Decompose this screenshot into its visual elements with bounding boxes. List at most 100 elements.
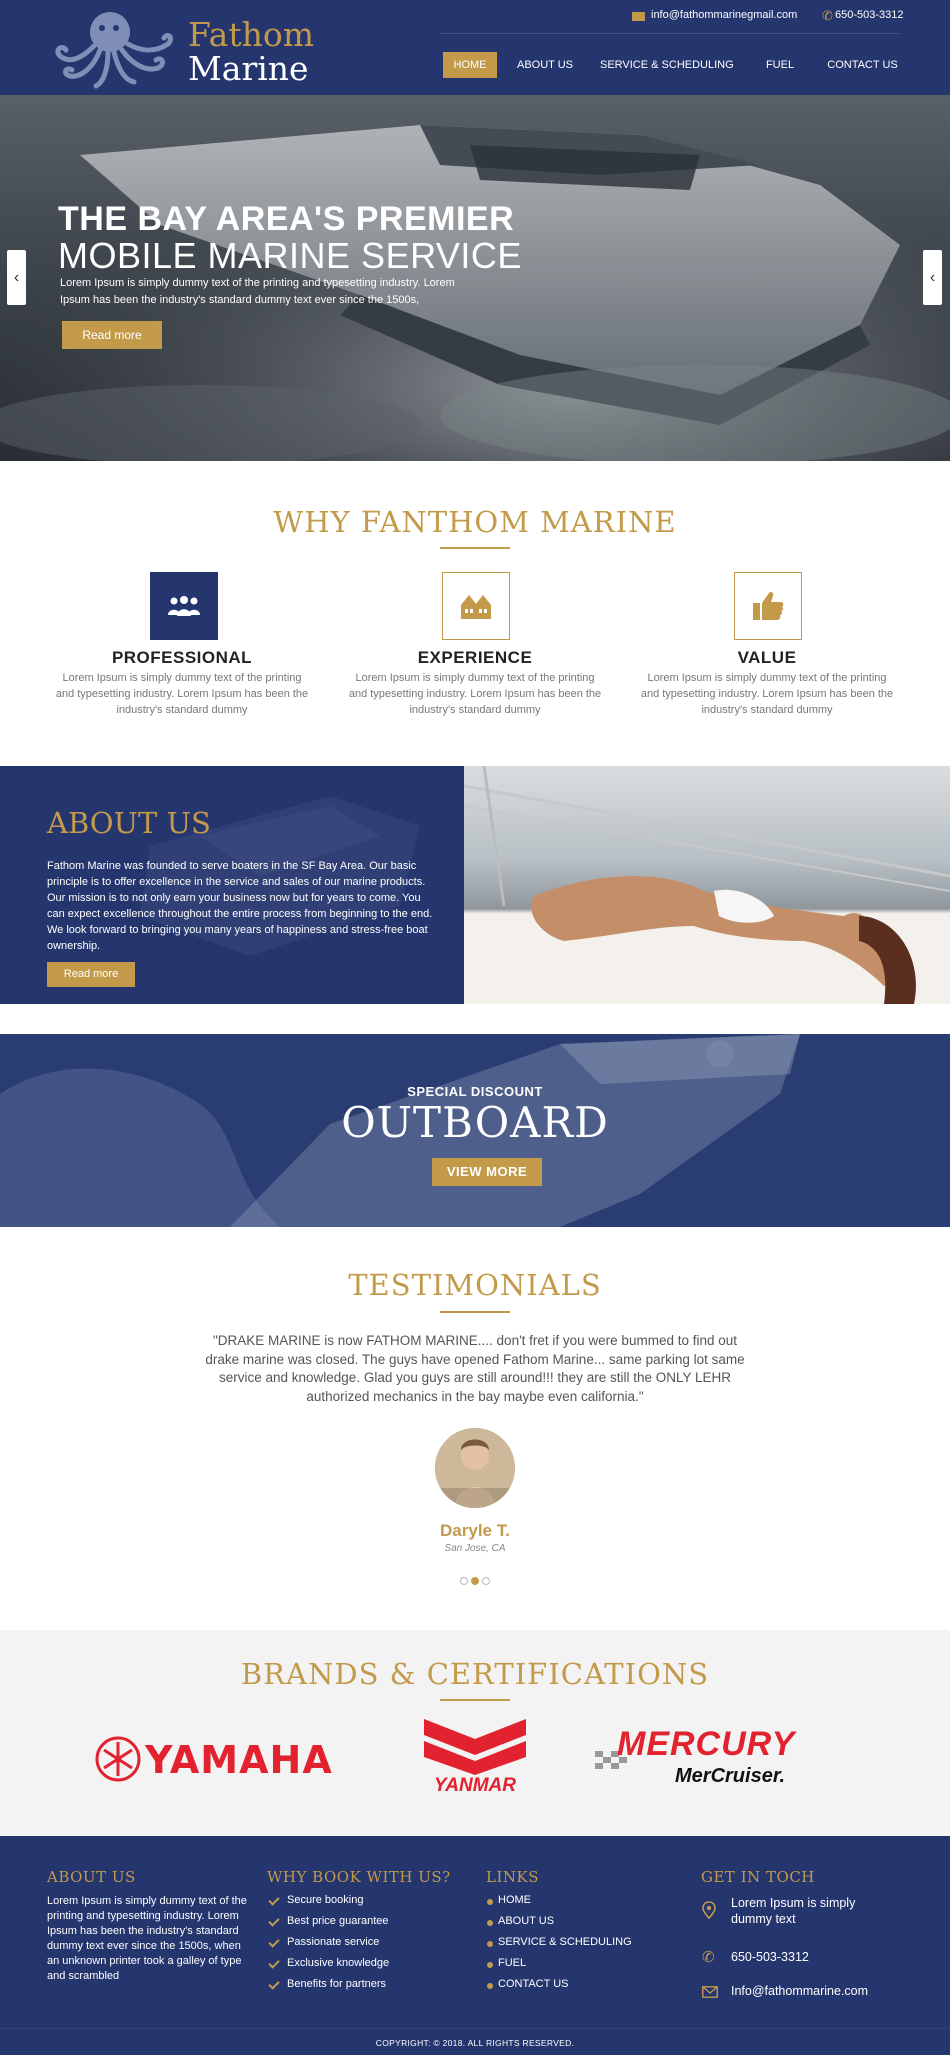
- footer-link-home[interactable]: HOME: [498, 1894, 531, 1906]
- brands-title: BRANDS & CERTIFICATIONS: [240, 1657, 710, 1691]
- about-section: ABOUT US Fathom Marine was founded to se…: [0, 766, 950, 1004]
- yanmar-wordmark: YANMAR: [434, 1775, 516, 1796]
- carousel-dot-3[interactable]: [482, 1577, 490, 1585]
- mercruiser-wordmark: MerCruiser.: [675, 1765, 786, 1787]
- yamaha-wordmark: YAMAHA: [145, 1738, 333, 1782]
- bullet-icon: [487, 1941, 493, 1947]
- about-read-more-button[interactable]: Read more: [47, 962, 135, 987]
- yanmar-emblem-icon: [424, 1719, 526, 1775]
- testimonials-title: TESTIMONIALS: [348, 1268, 602, 1302]
- footer-about-text: Lorem Ipsum is simply dummy text of the …: [47, 1895, 247, 1982]
- nav-fuel[interactable]: FUEL: [760, 52, 800, 78]
- why-section-title: WHY FANTHOM MARINE: [273, 505, 677, 539]
- check-icon: [268, 1894, 280, 1906]
- yanmar-logo: YANMAR: [420, 1717, 530, 1797]
- bullet-icon: [487, 1899, 493, 1905]
- footer-link-fuel[interactable]: FUEL: [498, 1957, 526, 1969]
- footer-link-service-scheduling[interactable]: SERVICE & SCHEDULING: [498, 1936, 632, 1948]
- nav-service-scheduling[interactable]: SERVICE & SCHEDULING: [600, 52, 734, 78]
- feature-professional-text: Lorem Ipsum is simply dummy text of the …: [55, 672, 309, 716]
- footer-links-title: LINKS: [486, 1868, 539, 1886]
- mercury-wordmark: MERCURY: [617, 1725, 796, 1763]
- yamaha-logo: YAMAHA: [95, 1735, 332, 1783]
- octopus-icon: [55, 12, 173, 89]
- bullet-icon: [487, 1983, 493, 1989]
- testimonial-name: Daryle T.: [440, 1521, 510, 1540]
- testimonial-quote: "DRAKE MARINE is now FATHOM MARINE.... d…: [205, 1333, 745, 1404]
- footer-contact-title: GET IN TOCH: [701, 1868, 815, 1886]
- outboard-title: OUTBOARD: [341, 1098, 609, 1147]
- hero-read-more-button[interactable]: Read more: [62, 321, 162, 349]
- nav-about-us[interactable]: ABOUT US: [510, 52, 580, 78]
- brands-title-underline: [440, 1699, 510, 1701]
- testimonial-location: San Jose, CA: [444, 1543, 506, 1554]
- logo-text-marine: Marine: [188, 49, 309, 88]
- about-deck-image: [464, 766, 950, 1004]
- feature-experience-title: EXPERIENCE: [417, 648, 533, 667]
- houses-icon: [461, 595, 491, 619]
- site-header: Fathom Marine info@fathommarinegmail.com…: [0, 0, 950, 95]
- hero-slider: THE BAY AREA'S PREMIER MOBILE MARINE SER…: [0, 95, 950, 461]
- hero-title-line1: THE BAY AREA'S PREMIER: [58, 200, 515, 238]
- footer-why-title: WHY BOOK WITH US?: [267, 1868, 451, 1886]
- mercury-logo: MERCURY MerCruiser.: [595, 1725, 860, 1795]
- check-icon: [268, 1936, 280, 1948]
- envelope-icon: [702, 1986, 718, 1998]
- feature-professional-icon-box: [150, 572, 218, 640]
- feature-value-icon-box: [734, 572, 802, 640]
- slider-next-arrow[interactable]: ‹: [923, 250, 942, 305]
- about-title: ABOUT US: [47, 806, 211, 840]
- why-item-1: Secure booking: [287, 1894, 364, 1906]
- feature-value-title: VALUE: [737, 648, 797, 667]
- footer-address: Lorem Ipsum is simply dummy text: [731, 1896, 856, 1926]
- about-text: Fathom Marine was founded to serve boate…: [47, 860, 433, 952]
- about-panel: ABOUT US Fathom Marine was founded to se…: [0, 766, 464, 1004]
- slider-prev-arrow[interactable]: ‹: [7, 250, 26, 305]
- feature-experience-text: Lorem Ipsum is simply dummy text of the …: [348, 672, 602, 716]
- check-icon: [268, 1957, 280, 1969]
- check-icon: [268, 1978, 280, 1990]
- avatar-photo: [435, 1428, 515, 1508]
- bullet-icon: [487, 1920, 493, 1926]
- why-item-2: Best price guarantee: [287, 1915, 389, 1927]
- mail-icon: [632, 12, 645, 21]
- yamaha-tuning-fork-icon: [95, 1736, 141, 1782]
- site-logo[interactable]: Fathom Marine: [52, 6, 322, 90]
- why-title-underline: [440, 547, 510, 549]
- carousel-dot-2[interactable]: [471, 1577, 479, 1585]
- copyright-bar: COPYRIGHT: © 2018. ALL RIGHTS RESERVED.: [0, 2028, 950, 2055]
- hero-title-line2: MOBILE MARINE SERVICE: [58, 235, 522, 276]
- location-pin-icon: [702, 1901, 716, 1919]
- header-phone[interactable]: 650-503-3312: [835, 9, 904, 21]
- copyright-text: COPYRIGHT: © 2018. ALL RIGHTS RESERVED.: [375, 2038, 575, 2048]
- why-item-3: Passionate service: [287, 1936, 380, 1948]
- hero-description: Lorem Ipsum is simply dummy text of the …: [60, 277, 455, 306]
- outboard-subtitle: SPECIAL DISCOUNT: [407, 1084, 543, 1099]
- testimonial-avatar: [435, 1428, 515, 1508]
- group-icon: [168, 596, 200, 616]
- footer-link-about-us[interactable]: ABOUT US: [498, 1915, 554, 1927]
- footer-link-contact-us[interactable]: CONTACT US: [498, 1978, 569, 1990]
- phone-icon: ✆: [702, 1949, 715, 1966]
- feature-professional-title: PROFESSIONAL: [111, 648, 253, 667]
- footer-email[interactable]: Info@fathommarine.com: [731, 1983, 868, 1999]
- nav-contact-us[interactable]: CONTACT US: [825, 52, 900, 78]
- nav-home[interactable]: HOME: [443, 52, 497, 78]
- footer-phone[interactable]: 650-503-3312: [731, 1949, 809, 1965]
- why-item-5: Benefits for partners: [287, 1978, 387, 1990]
- check-icon: [268, 1915, 280, 1927]
- feature-experience-icon-box: [442, 572, 510, 640]
- phone-icon: ✆: [822, 8, 833, 23]
- testimonials-title-underline: [440, 1311, 510, 1313]
- view-more-button[interactable]: VIEW MORE: [432, 1158, 542, 1186]
- contact-bar: info@fathommarinegmail.com ✆ 650-503-331…: [440, 0, 904, 34]
- feature-value-text: Lorem Ipsum is simply dummy text of the …: [640, 672, 894, 716]
- carousel-dot-1[interactable]: [460, 1577, 468, 1585]
- bullet-icon: [487, 1962, 493, 1968]
- about-photo: [464, 766, 950, 1004]
- thumbs-up-icon: [753, 592, 784, 620]
- header-email[interactable]: info@fathommarinegmail.com: [651, 9, 797, 21]
- brands-section: BRANDS & CERTIFICATIONS YAMAHA YANMAR ME…: [0, 1630, 950, 1836]
- special-discount-banner: SPECIAL DISCOUNT OUTBOARD VIEW MORE: [0, 1034, 950, 1227]
- footer-about-title: ABOUT US: [47, 1868, 136, 1886]
